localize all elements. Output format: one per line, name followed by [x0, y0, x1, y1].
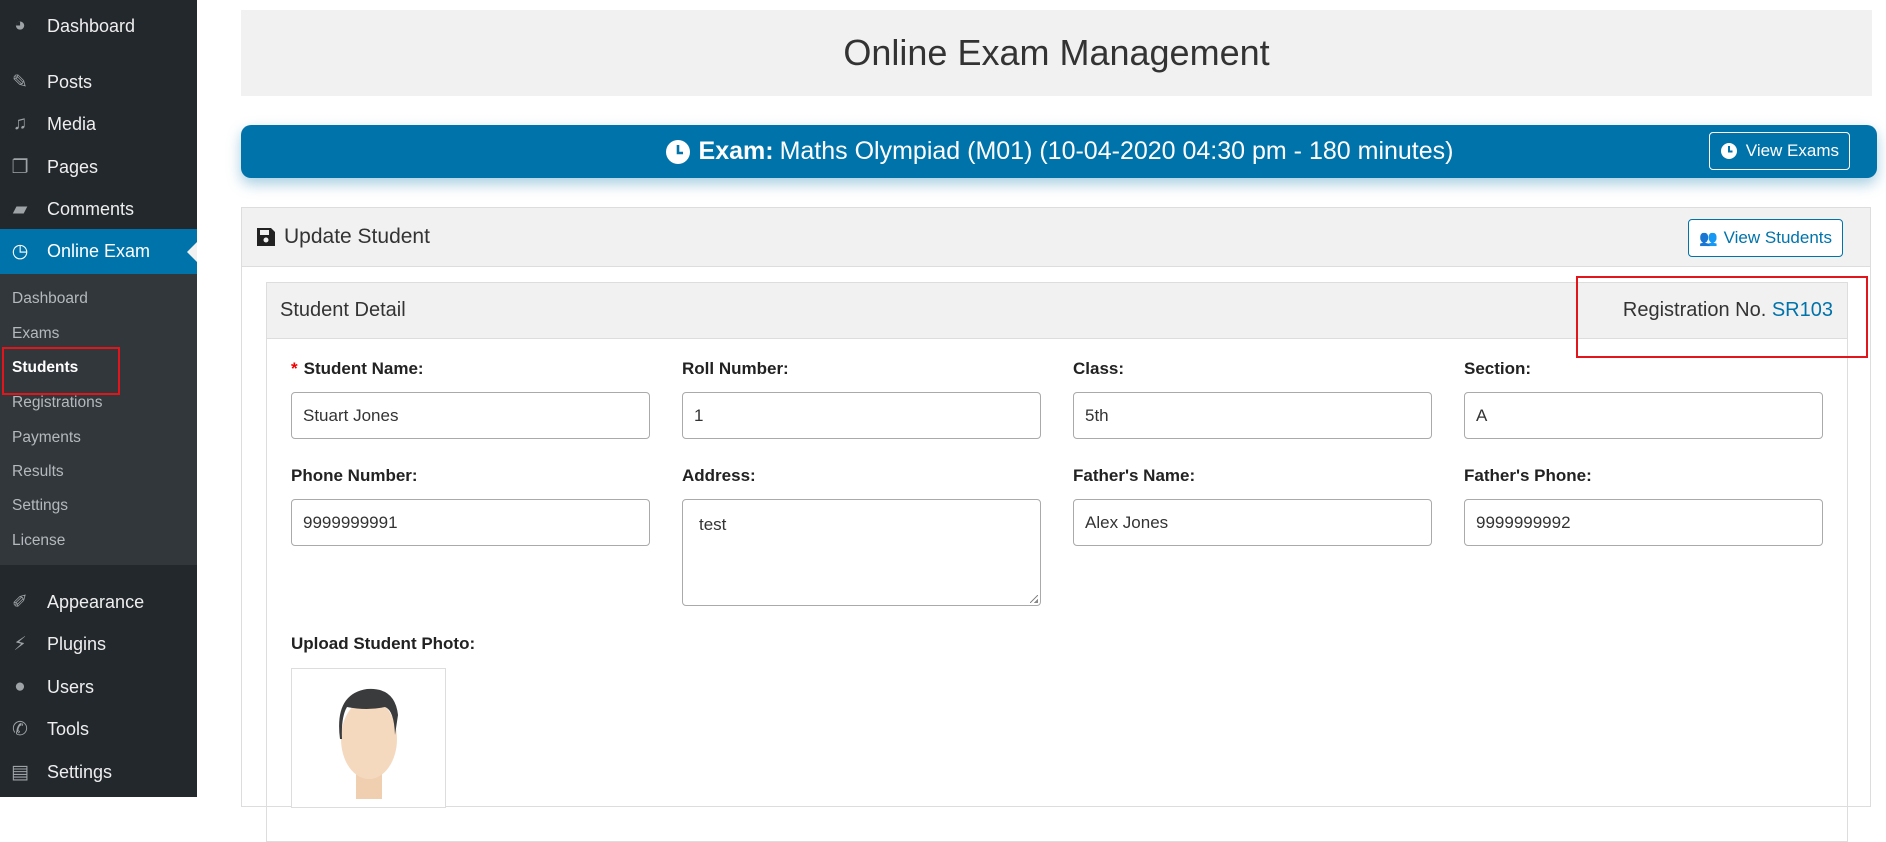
pages-icon: ❐ — [11, 156, 29, 178]
plug-icon: ⚡ — [13, 633, 27, 655]
panel-title: Update Student — [284, 225, 430, 248]
section-label: Section: — [1464, 359, 1532, 378]
sidebar-item-settings[interactable]: ▤ Settings — [0, 754, 197, 790]
student-name-label: * Student Name: — [291, 359, 424, 378]
submenu-dashboard[interactable]: Dashboard — [12, 290, 88, 308]
view-students-button[interactable]: 👥 View Students — [1687, 219, 1843, 257]
exam-details: Maths Olympiad (M01) (10-04-2020 04:30 p… — [779, 137, 1454, 165]
user-icon: ● — [14, 676, 26, 697]
submenu-payments[interactable]: Payments — [12, 429, 81, 447]
fathers-name-input[interactable]: Alex Jones — [1073, 499, 1432, 546]
brush-icon: ✐ — [12, 591, 28, 613]
students-highlight-box — [2, 347, 120, 395]
exam-label: Exam: — [698, 137, 774, 165]
sidebar-item-posts[interactable]: ✎ Posts — [0, 64, 197, 100]
sidebar-item-online-exam[interactable]: ◷ Online Exam — [0, 229, 197, 274]
wrench-icon: ✆ — [12, 718, 28, 740]
fathers-phone-label: Father's Phone: — [1464, 466, 1592, 485]
exam-banner: Exam: Maths Olympiad (M01) (10-04-2020 0… — [241, 125, 1877, 178]
sidebar-item-plugins[interactable]: ⚡ Plugins — [0, 626, 197, 662]
section-input[interactable]: A — [1464, 392, 1823, 439]
submenu-exams[interactable]: Exams — [12, 325, 59, 343]
roll-number-label: Roll Number: — [682, 359, 789, 378]
view-exams-button[interactable]: View Exams — [1708, 132, 1850, 170]
student-name-input[interactable]: Stuart Jones — [291, 392, 650, 439]
roll-number-input[interactable]: 1 — [682, 392, 1041, 439]
save-icon — [257, 228, 275, 246]
sidebar-item-appearance[interactable]: ✐ Appearance — [0, 584, 197, 620]
submenu-license[interactable]: License — [12, 532, 65, 550]
page-title: Online Exam Management — [241, 10, 1872, 96]
comment-icon: ▰ — [12, 198, 28, 220]
clock-icon — [1720, 143, 1737, 159]
sidebar-item-pages[interactable]: ❐ Pages — [0, 149, 197, 185]
upload-photo-label: Upload Student Photo: — [291, 634, 476, 653]
fathers-name-label: Father's Name: — [1073, 466, 1196, 485]
sidebar-item-tools[interactable]: ✆ Tools — [0, 711, 197, 747]
sidebar-item-media[interactable]: ♫ Media — [0, 106, 197, 142]
online-exam-submenu: Dashboard Exams Students Registrations P… — [0, 274, 197, 565]
clock-icon: ◷ — [11, 241, 29, 262]
address-label: Address: — [682, 466, 756, 485]
submenu-registrations[interactable]: Registrations — [12, 394, 102, 412]
pin-icon: ✎ — [12, 71, 28, 93]
sidebar-item-comments[interactable]: ▰ Comments — [0, 191, 197, 227]
phone-number-input[interactable]: 9999999991 — [291, 499, 650, 546]
sidebar-item-users[interactable]: ● Users — [0, 669, 197, 705]
class-label: Class: — [1073, 359, 1125, 378]
clock-icon — [665, 139, 690, 164]
dashboard-icon: ◕ — [14, 15, 26, 36]
admin-sidebar: ◕ Dashboard ✎ Posts ♫ Media ❐ Pages ▰ Comment… — [0, 0, 197, 797]
address-textarea[interactable]: test — [682, 499, 1041, 606]
avatar-image — [339, 688, 398, 799]
registration-highlight-box — [1576, 276, 1868, 358]
class-input[interactable]: 5th — [1073, 392, 1432, 439]
phone-number-label: Phone Number: — [291, 466, 418, 485]
users-icon: 👥 — [1698, 230, 1718, 247]
sidebar-item-dashboard[interactable]: ◕ Dashboard — [0, 8, 197, 44]
fathers-phone-input[interactable]: 9999999992 — [1464, 499, 1823, 546]
settings-icon: ▤ — [11, 761, 29, 783]
media-icon: ♫ — [12, 113, 28, 134]
submenu-settings[interactable]: Settings — [12, 497, 68, 515]
student-photo[interactable] — [291, 668, 446, 808]
submenu-results[interactable]: Results — [12, 463, 64, 481]
card-title: Student Detail — [280, 299, 406, 321]
student-detail-card: Student Detail Registration No. SR103 — [266, 282, 1848, 842]
